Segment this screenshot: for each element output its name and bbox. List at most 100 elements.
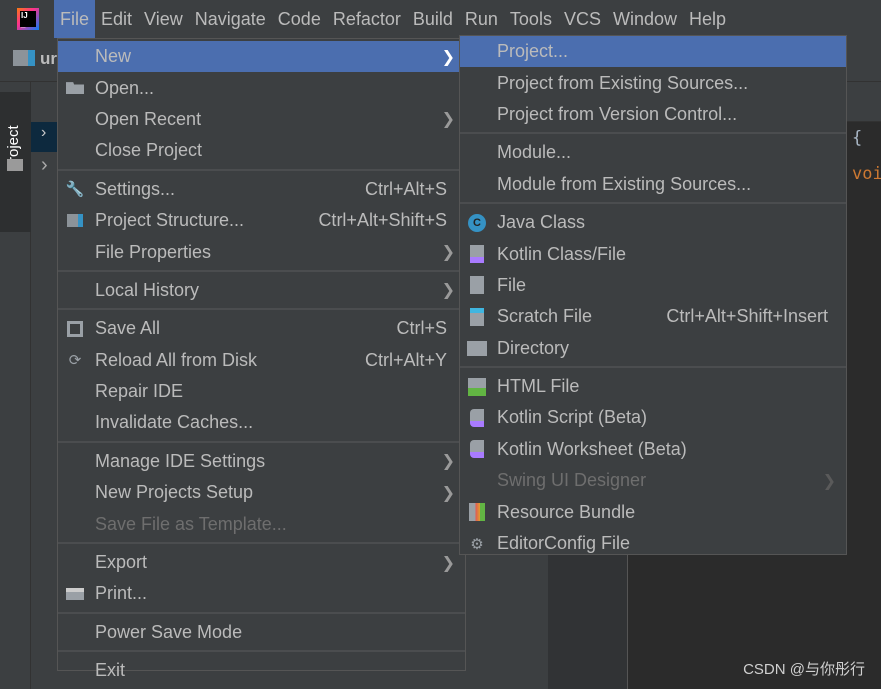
menu-item-label: Manage IDE Settings <box>95 450 266 471</box>
menu-bar: IJ _ File Edit View Navigate Code Refactor Buil… <box>0 0 881 38</box>
menu-item-repair-ide[interactable]: Repair IDE <box>58 376 465 407</box>
menu-item-save-all[interactable]: Save All Ctrl+S <box>58 313 465 344</box>
gear-icon: ⚙ <box>470 535 484 553</box>
resource-bundle-icon <box>467 502 487 522</box>
menu-window[interactable]: Window <box>607 0 683 38</box>
scratch-file-icon <box>467 307 487 327</box>
menu-item-editorconfig-file[interactable]: ⚙ EditorConfig File <box>460 528 846 559</box>
folder-open-icon <box>65 78 85 98</box>
menu-item-close-project[interactable]: Close Project <box>58 135 465 166</box>
menu-item-label: Settings... <box>95 178 176 199</box>
menu-item-label: Repair IDE <box>95 381 184 402</box>
menu-item-project-from-existing-sources[interactable]: Project from Existing Sources... <box>460 67 846 98</box>
menu-edit[interactable]: Edit <box>95 0 138 38</box>
menu-item-kotlin-class-file[interactable]: Kotlin Class/File <box>460 238 846 269</box>
menu-item-label: New <box>95 46 132 67</box>
java-class-icon: C <box>467 213 487 233</box>
menu-item-project-structure[interactable]: Project Structure... Ctrl+Alt+Shift+S <box>58 205 465 236</box>
menu-item-kotlin-script-beta[interactable]: Kotlin Script (Beta) <box>460 402 846 433</box>
breadcrumb-project[interactable]: ur <box>40 49 57 69</box>
menu-item-reload-all-from-disk[interactable]: ⟳ Reload All from Disk Ctrl+Alt+Y <box>58 345 465 376</box>
menu-item-label: Directory <box>497 337 570 358</box>
menu-item-label: Kotlin Class/File <box>497 243 627 264</box>
menu-item-html-file[interactable]: HTML File <box>460 371 846 402</box>
menu-item-new[interactable]: New ❯ <box>58 41 465 73</box>
menu-item-file[interactable]: File <box>460 270 846 301</box>
file-icon <box>467 275 487 295</box>
menu-item-settings[interactable]: 🔧 Settings... Ctrl+Alt+S <box>58 174 465 205</box>
chevron-right-icon[interactable]: › <box>41 154 48 177</box>
shortcut-label: Ctrl+Alt+Shift+Insert <box>666 306 828 327</box>
menu-item-export[interactable]: Export ❯ <box>58 547 465 578</box>
menu-item-label: Close Project <box>95 140 203 161</box>
menu-vcs[interactable]: VCS <box>558 0 607 38</box>
menu-item-label: Project Structure... <box>95 210 245 231</box>
menu-item-new-projects-setup[interactable]: New Projects Setup ❯ <box>58 477 465 508</box>
menu-tools[interactable]: Tools <box>504 0 558 38</box>
menu-item-directory[interactable]: Directory <box>460 333 846 364</box>
menu-item-label: Save All <box>95 318 161 339</box>
menu-item-project[interactable]: Project... <box>460 36 846 68</box>
chevron-right-icon: › <box>41 124 47 141</box>
menu-item-label: Invalidate Caches... <box>95 412 254 433</box>
menu-item-manage-ide-settings[interactable]: Manage IDE Settings ❯ <box>58 446 465 477</box>
folder-icon <box>467 338 487 358</box>
menu-item-label: HTML File <box>497 376 580 397</box>
menu-navigate[interactable]: Navigate <box>189 0 272 38</box>
menu-item-label: Kotlin Worksheet (Beta) <box>497 438 687 459</box>
menu-item-local-history[interactable]: Local History ❯ <box>58 275 465 306</box>
menu-item-power-save-mode[interactable]: Power Save Mode <box>58 617 465 648</box>
file-menu: New ❯ Open... Open Recent ❯ Close Project 🔧 Set… <box>57 38 466 680</box>
menu-item-java-class[interactable]: C Java Class <box>460 207 846 238</box>
menu-item-swing-ui-designer: Swing UI Designer ❯ <box>460 465 846 496</box>
project-structure-icon <box>65 211 85 231</box>
menu-item-file-properties[interactable]: File Properties ❯ <box>58 236 465 267</box>
menu-run[interactable]: Run <box>459 0 504 38</box>
menu-item-label: Save File as Template... <box>95 513 287 534</box>
menu-item-label: Power Save Mode <box>95 621 243 642</box>
menu-refactor[interactable]: Refactor <box>327 0 407 38</box>
menu-item-resource-bundle[interactable]: Resource Bundle <box>460 496 846 527</box>
menu-view[interactable]: View <box>138 0 189 38</box>
chevron-right-icon: ❯ <box>441 282 455 300</box>
chevron-right-icon: ❯ <box>441 111 455 129</box>
menu-item-print[interactable]: Print... <box>58 578 465 609</box>
shortcut-label: Ctrl+S <box>396 318 447 339</box>
shortcut-label: Ctrl+Alt+Shift+S <box>318 210 447 231</box>
menu-code[interactable]: Code <box>272 0 327 38</box>
code-text: { <box>852 128 863 148</box>
kotlin-worksheet-icon <box>467 439 487 459</box>
menu-item-module[interactable]: Module... <box>460 137 846 168</box>
menu-item-label: Open... <box>95 77 155 98</box>
tool-window-stripe: Project <box>0 82 31 689</box>
menu-item-invalidate-caches[interactable]: Invalidate Caches... <box>58 407 465 438</box>
menu-item-exit[interactable]: Exit <box>58 655 465 686</box>
menu-item-module-from-existing-sources[interactable]: Module from Existing Sources... <box>460 169 846 200</box>
print-icon <box>65 584 85 604</box>
menu-item-label: Swing UI Designer <box>497 470 647 491</box>
menu-file[interactable]: File <box>54 0 96 38</box>
menu-item-label: Resource Bundle <box>497 501 636 522</box>
menu-item-label: Module from Existing Sources... <box>497 173 752 194</box>
menu-item-open-recent[interactable]: Open Recent ❯ <box>58 104 465 135</box>
shortcut-label: Ctrl+Alt+S <box>364 178 447 199</box>
menu-item-project-from-version-control[interactable]: Project from Version Control... <box>460 99 846 130</box>
menu-item-scratch-file[interactable]: Scratch File Ctrl+Alt+Shift+Insert <box>460 301 846 332</box>
new-submenu: Project... Project from Existing Sources.… <box>459 35 847 555</box>
menu-help[interactable]: Help <box>683 0 732 38</box>
menu-item-kotlin-worksheet-beta[interactable]: Kotlin Worksheet (Beta) <box>460 434 846 465</box>
chevron-right-icon: ❯ <box>441 484 455 502</box>
menu-item-label: Project from Existing Sources... <box>497 72 749 93</box>
chevron-right-icon: ❯ <box>441 453 455 471</box>
menu-item-label: Kotlin Script (Beta) <box>497 407 648 428</box>
menu-build[interactable]: Build <box>407 0 459 38</box>
menu-item-label: Export <box>95 552 148 573</box>
chevron-right-icon: ❯ <box>441 244 455 262</box>
save-icon <box>65 319 85 339</box>
menu-item-label: Open Recent <box>95 108 202 129</box>
wrench-icon: 🔧 <box>65 181 85 199</box>
menu-item-label: Scratch File <box>497 306 593 327</box>
menu-item-open[interactable]: Open... <box>58 72 465 103</box>
menu-item-label: Exit <box>95 660 126 681</box>
shortcut-label: Ctrl+Alt+Y <box>364 349 447 370</box>
